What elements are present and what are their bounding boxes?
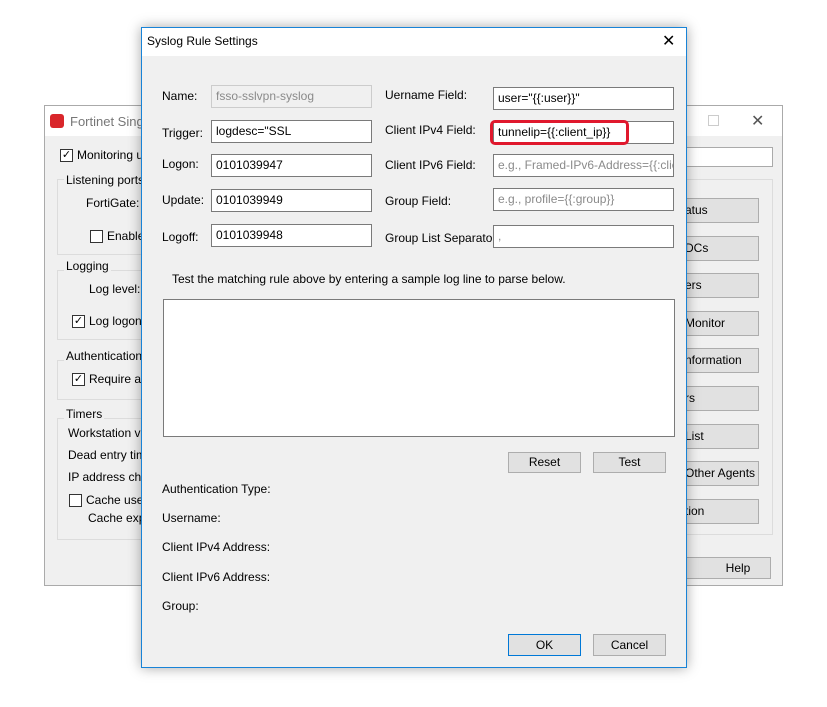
- logon-label: Logon:: [162, 157, 199, 171]
- update-label: Update:: [162, 193, 205, 207]
- listening-ports-group: [57, 179, 147, 255]
- result-label: Authentication Type:: [162, 482, 271, 496]
- syslog-rule-settings-dialog: Syslog Rule Settings ✕ Name: fsso-sslvpn…: [141, 27, 687, 668]
- group-label: Timers: [64, 407, 105, 421]
- monitoring-checkbox[interactable]: ✓ Monitoring us: [60, 148, 149, 163]
- name-label: Name:: [162, 89, 198, 103]
- fortinet-logo-icon: [50, 114, 64, 128]
- reset-button[interactable]: Reset: [508, 452, 581, 473]
- highlight-annotation: [490, 120, 629, 145]
- close-button[interactable]: ✕: [751, 111, 764, 131]
- ipv6-field[interactable]: e.g., Framed-IPv6-Address={{:client_ip}}: [493, 154, 674, 177]
- result-label: Username:: [162, 511, 221, 526]
- cache-user-checkbox[interactable]: Cache user: [69, 493, 147, 508]
- dialog-title: Syslog Rule Settings: [147, 34, 258, 48]
- label: Log level:: [89, 282, 141, 296]
- group-label: Authentication: [64, 349, 145, 363]
- enable-checkbox[interactable]: Enable: [90, 229, 144, 244]
- logoff-label: Logoff:: [162, 230, 199, 244]
- test-hint: Test the matching rule above by entering…: [172, 272, 566, 286]
- group-field[interactable]: e.g., profile={{:group}}: [493, 188, 674, 211]
- result-label: Group:: [162, 598, 199, 613]
- username-field[interactable]: user="{{:user}}": [493, 87, 674, 110]
- close-icon[interactable]: ✕: [662, 31, 675, 51]
- ipv6-label: Client IPv6 Field:: [385, 158, 476, 172]
- require-auth-checkbox[interactable]: ✓ Require au: [72, 372, 148, 387]
- log-logon-checkbox[interactable]: ✓ Log logon e: [72, 314, 152, 329]
- trigger-field[interactable]: logdesc="SSL: [211, 120, 372, 143]
- ipv4-label: Client IPv4 Field:: [385, 123, 476, 137]
- result-label: Client IPv6 Address:: [162, 569, 271, 584]
- logging-group: [57, 270, 147, 340]
- update-field[interactable]: 0101039949: [211, 189, 372, 212]
- label: Cache expi: [88, 511, 149, 525]
- maximize-button[interactable]: [708, 115, 719, 126]
- separator-label: Group List Separator:: [385, 231, 500, 245]
- label: Workstation ve: [68, 426, 148, 440]
- sample-log-textarea[interactable]: [163, 299, 675, 437]
- username-label: Uername Field:: [385, 88, 468, 102]
- label: IP address char: [68, 470, 152, 484]
- name-field: fsso-sslvpn-syslog: [211, 85, 372, 108]
- group-label: Logging: [64, 259, 111, 273]
- label: FortiGate:: [86, 196, 140, 210]
- result-label: Client IPv4 Address:: [162, 540, 271, 555]
- separator-field[interactable]: ,: [493, 225, 674, 248]
- logon-field[interactable]: 0101039947: [211, 154, 372, 177]
- dialog-title-bar: Syslog Rule Settings ✕: [142, 28, 686, 56]
- label: Dead entry time: [68, 448, 153, 462]
- group-label: Listening ports: [64, 173, 147, 187]
- cancel-button[interactable]: Cancel: [593, 634, 666, 656]
- logoff-field[interactable]: 0101039948: [211, 224, 372, 247]
- ok-button[interactable]: OK: [508, 634, 581, 656]
- trigger-label: Trigger:: [162, 126, 203, 140]
- group-label: Group Field:: [385, 194, 452, 208]
- test-button[interactable]: Test: [593, 452, 666, 473]
